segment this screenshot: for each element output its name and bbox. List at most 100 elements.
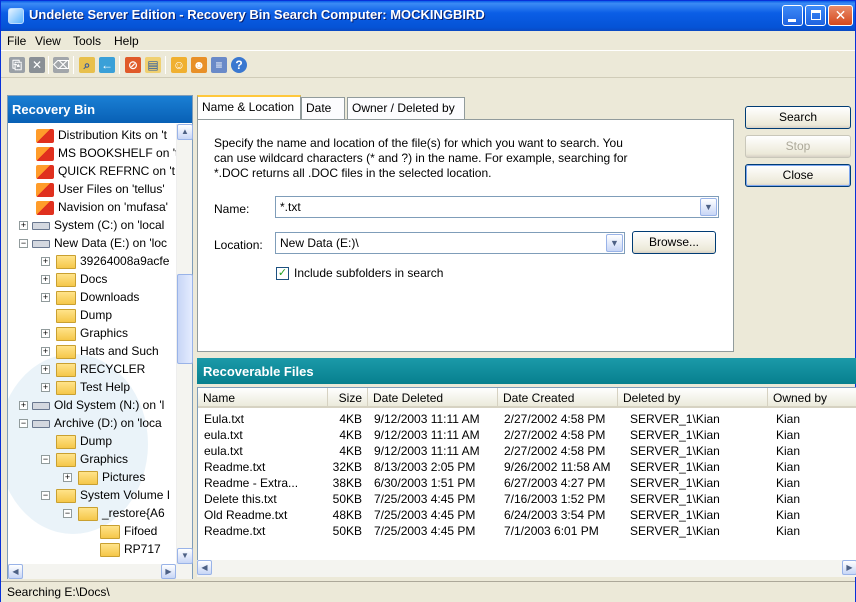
tree-item-label: Dump bbox=[80, 308, 113, 322]
scroll-down-icon[interactable]: ▼ bbox=[177, 548, 193, 564]
column-header-date-created[interactable]: Date Created bbox=[498, 388, 618, 408]
table-row[interactable]: eula.txt 4KB 9/12/2003 11:11 AM 2/27/2002 4… bbox=[198, 428, 856, 444]
tree-item[interactable]: Downloads bbox=[56, 288, 139, 306]
scroll-up-icon[interactable]: ▲ bbox=[177, 124, 193, 140]
delete-icon[interactable]: ✕ bbox=[29, 57, 45, 73]
name-combobox[interactable]: *.txt ▼ bbox=[275, 196, 719, 218]
stop-button[interactable]: Stop bbox=[745, 135, 851, 158]
tree-item[interactable]: Dump bbox=[56, 432, 112, 450]
location-combobox[interactable]: New Data (E:)\ ▼ bbox=[275, 232, 625, 254]
tree-item[interactable]: Test Help bbox=[56, 378, 130, 396]
back-icon[interactable]: ← bbox=[99, 57, 115, 73]
expand-toggle[interactable]: + bbox=[41, 257, 50, 266]
menu-tools[interactable]: Tools bbox=[73, 34, 101, 48]
collapse-toggle[interactable]: − bbox=[19, 239, 28, 248]
menu-file[interactable]: File bbox=[7, 34, 26, 48]
column-header-deleted-by[interactable]: Deleted by bbox=[618, 388, 768, 408]
column-header-size[interactable]: Size bbox=[328, 388, 368, 408]
tree-item[interactable]: Graphics bbox=[56, 450, 128, 468]
table-row[interactable]: Delete this.txt 50KB 7/25/2003 4:45 PM 7/16… bbox=[198, 492, 856, 508]
scroll-thumb[interactable] bbox=[177, 274, 193, 364]
tree-item[interactable]: Graphics bbox=[56, 324, 128, 342]
expand-toggle[interactable]: + bbox=[63, 473, 72, 482]
scroll-right-icon[interactable]: ▶ bbox=[161, 564, 176, 579]
cell-date-created: 2/27/2002 4:58 PM bbox=[504, 412, 606, 426]
tree-item[interactable]: System Volume I bbox=[56, 486, 170, 504]
column-header-owned-by[interactable]: Owned by bbox=[768, 388, 856, 408]
chevron-down-icon[interactable]: ▼ bbox=[606, 234, 623, 252]
expand-toggle[interactable]: + bbox=[41, 329, 50, 338]
expand-toggle[interactable]: + bbox=[41, 365, 50, 374]
tab-owner-deleted-by[interactable]: Owner / Deleted by bbox=[347, 97, 465, 119]
expand-toggle[interactable]: + bbox=[41, 383, 50, 392]
chevron-down-icon[interactable]: ▼ bbox=[700, 198, 717, 216]
browse-button[interactable]: Browse... bbox=[632, 231, 716, 254]
menu-help[interactable]: Help bbox=[114, 34, 139, 48]
recover-icon[interactable]: ⎘ bbox=[9, 57, 25, 73]
maximize-button[interactable] bbox=[805, 5, 826, 26]
users-icon[interactable]: ☺ bbox=[171, 57, 187, 73]
collapse-toggle[interactable]: − bbox=[41, 455, 50, 464]
tree-item[interactable]: Navision on 'mufasa' bbox=[36, 198, 168, 216]
tree-item-label: Test Help bbox=[80, 380, 131, 394]
tree-item[interactable]: Archive (D:) on 'loca bbox=[32, 414, 162, 432]
expand-toggle[interactable]: + bbox=[41, 347, 50, 356]
filter-icon[interactable]: ⊘ bbox=[125, 57, 141, 73]
help-icon[interactable]: ? bbox=[231, 57, 247, 73]
table-row[interactable]: Readme.txt 32KB 8/13/2003 2:05 PM 9/26/2002… bbox=[198, 460, 856, 476]
column-header-date-deleted[interactable]: Date Deleted bbox=[368, 388, 498, 408]
scroll-right-icon[interactable]: ▶ bbox=[842, 560, 856, 575]
options-icon[interactable]: ≡ bbox=[211, 57, 227, 73]
tree-item[interactable]: MS BOOKSHELF on 't bbox=[36, 144, 176, 162]
properties-icon[interactable]: ▤ bbox=[145, 57, 161, 73]
purge-icon[interactable]: ⌫ bbox=[53, 57, 70, 73]
tree-item[interactable]: Old System (N:) on 'l bbox=[32, 396, 164, 414]
minimize-button[interactable] bbox=[782, 5, 803, 26]
results-horizontal-scrollbar[interactable]: ◀ ▶ bbox=[197, 560, 856, 577]
collapse-toggle[interactable]: − bbox=[41, 491, 50, 500]
expand-toggle[interactable]: + bbox=[19, 401, 28, 410]
tree-item[interactable]: Distribution Kits on 't bbox=[36, 126, 167, 144]
table-row[interactable]: Readme.txt 50KB 7/25/2003 4:45 PM 7/1/2003 … bbox=[198, 524, 856, 540]
recoverable-files-list[interactable]: Name Size Date Deleted Date Created Dele… bbox=[197, 387, 856, 561]
tree-item[interactable]: RECYCLER bbox=[56, 360, 145, 378]
tab-name-location[interactable]: Name & Location bbox=[197, 95, 301, 119]
expand-toggle[interactable]: + bbox=[41, 293, 50, 302]
collapse-toggle[interactable]: − bbox=[63, 509, 72, 518]
expand-toggle[interactable]: + bbox=[19, 221, 28, 230]
tree-item[interactable]: Docs bbox=[56, 270, 107, 288]
table-row[interactable]: Readme - Extra... 38KB 6/30/2003 1:51 PM 6/… bbox=[198, 476, 856, 492]
tree-item[interactable]: New Data (E:) on 'loc bbox=[32, 234, 167, 252]
user-settings-icon[interactable]: ☻ bbox=[191, 57, 207, 73]
tree-item[interactable]: Dump bbox=[56, 306, 112, 324]
close-button[interactable]: Close bbox=[745, 164, 851, 187]
scroll-left-icon[interactable]: ◀ bbox=[8, 564, 23, 579]
scroll-left-icon[interactable]: ◀ bbox=[197, 560, 212, 575]
table-row[interactable]: eula.txt 4KB 9/12/2003 11:11 AM 2/27/2002 4… bbox=[198, 444, 856, 460]
tree-item[interactable]: Fifoed bbox=[100, 522, 157, 540]
include-subfolders-checkbox[interactable]: ✓ bbox=[276, 267, 289, 280]
search-button[interactable]: Search bbox=[745, 106, 851, 129]
drive-icon bbox=[32, 419, 50, 428]
column-header-name[interactable]: Name bbox=[198, 388, 328, 408]
menu-bar: File View Tools Help bbox=[1, 31, 855, 51]
tree-vertical-scrollbar[interactable]: ▲ ▼ bbox=[176, 124, 193, 564]
tree-item[interactable]: QUICK REFRNC on 't bbox=[36, 162, 175, 180]
close-window-button[interactable]: ✕ bbox=[828, 5, 853, 26]
tree-horizontal-scrollbar[interactable]: ◀ ▶ bbox=[8, 564, 192, 579]
tree-item[interactable]: 39264008a9acfe bbox=[56, 252, 169, 270]
expand-toggle[interactable]: + bbox=[41, 275, 50, 284]
tree-item[interactable]: RP717 bbox=[100, 540, 161, 558]
tree-item[interactable]: Hats and Such bbox=[56, 342, 159, 360]
tab-date[interactable]: Date bbox=[301, 97, 345, 119]
title-bar[interactable]: Undelete Server Edition - Recovery Bin S… bbox=[1, 1, 855, 31]
table-row[interactable]: Eula.txt 4KB 9/12/2003 11:11 AM 2/27/2002 4… bbox=[198, 412, 856, 428]
tree-item[interactable]: User Files on 'tellus' bbox=[36, 180, 165, 198]
tree-item[interactable]: _restore{A6 bbox=[78, 504, 165, 522]
search-icon[interactable]: ⌕ bbox=[79, 57, 95, 73]
collapse-toggle[interactable]: − bbox=[19, 419, 28, 428]
tree-item[interactable]: System (C:) on 'local bbox=[32, 216, 164, 234]
tree-item[interactable]: Pictures bbox=[78, 468, 145, 486]
menu-view[interactable]: View bbox=[35, 34, 61, 48]
table-row[interactable]: Old Readme.txt 48KB 7/25/2003 4:45 PM 6/24/… bbox=[198, 508, 856, 524]
